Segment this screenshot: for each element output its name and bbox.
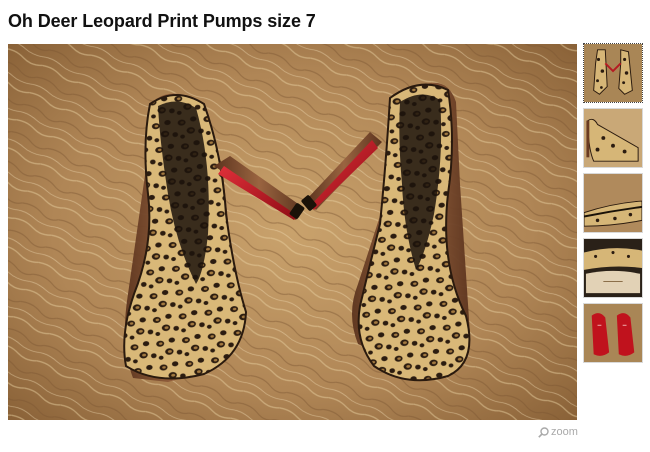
thumbnail-2[interactable] <box>583 108 643 168</box>
main-product-image[interactable] <box>8 44 577 420</box>
thumbnail-5[interactable] <box>583 303 643 363</box>
main-image-graphic <box>8 44 577 420</box>
thumbnail-2-image <box>584 109 642 167</box>
thumbnail-5-image <box>584 304 642 362</box>
thumbnail-4[interactable] <box>583 238 643 298</box>
thumbnail-3[interactable] <box>583 173 643 233</box>
thumbnail-4-image <box>584 239 642 297</box>
thumbnail-3-image <box>584 174 642 232</box>
zoom-link[interactable]: zoom <box>538 426 578 438</box>
product-title: Oh Deer Leopard Print Pumps size 7 <box>8 11 316 31</box>
thumbnail-1-image <box>584 44 642 102</box>
thumbnail-strip <box>583 43 645 368</box>
thumbnail-1[interactable] <box>583 43 643 103</box>
magnifier-icon <box>538 426 549 438</box>
zoom-label: zoom <box>551 426 578 438</box>
